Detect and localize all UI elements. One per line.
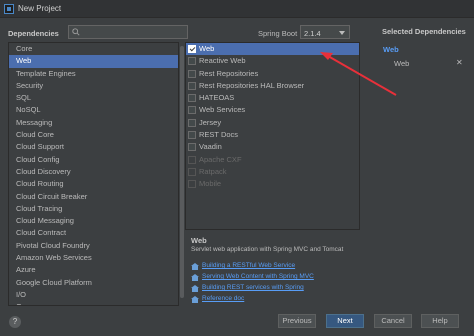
dependency-item[interactable]: Web Services <box>186 104 359 116</box>
category-item[interactable]: Google Cloud Platform <box>9 277 178 289</box>
dependency-label: Web Services <box>199 105 246 115</box>
guide-link-label: Building REST services with Spring <box>202 284 304 291</box>
category-item[interactable]: Azure <box>9 264 178 276</box>
checkbox[interactable] <box>188 45 196 53</box>
dependency-label: Reactive Web <box>199 56 246 66</box>
checkbox[interactable] <box>188 106 196 115</box>
dependency-item: Mobile <box>186 178 359 190</box>
checkbox <box>188 155 196 164</box>
dependency-label: Ratpack <box>199 166 227 176</box>
category-item[interactable]: Cloud Routing <box>9 178 178 190</box>
dependency-item[interactable]: HATEOAS <box>186 92 359 104</box>
title-bar: New Project <box>0 0 474 18</box>
remove-icon[interactable]: ✕ <box>456 58 463 67</box>
dependency-list: Web Reactive Web Rest Repositories Rest Rep… <box>185 42 360 230</box>
category-item[interactable]: Ops <box>9 301 178 305</box>
guide-link[interactable]: Building a RESTful Web Service <box>191 262 295 272</box>
category-item[interactable]: Security <box>9 80 178 92</box>
home-icon <box>191 285 199 292</box>
cancel-button[interactable]: Cancel <box>374 314 412 328</box>
description-text: Servlet web application with Spring MVC … <box>191 246 344 253</box>
dependency-label: Apache CXF <box>199 154 242 164</box>
checkbox[interactable] <box>188 131 196 140</box>
selected-group-label: Web <box>383 45 399 54</box>
category-item[interactable]: Amazon Web Services <box>9 252 178 264</box>
dependency-item[interactable]: Rest Repositories HAL Browser <box>186 80 359 92</box>
dependency-label: Web <box>199 44 215 53</box>
dependency-search-field[interactable] <box>68 25 188 39</box>
description-title: Web <box>191 236 207 245</box>
search-icon <box>72 28 80 36</box>
selected-dependency-item: Web <box>394 59 410 68</box>
chevron-down-icon <box>339 31 345 35</box>
spring-boot-label: Spring Boot <box>258 29 298 38</box>
spring-boot-version-value: 2.1.4 <box>304 29 321 38</box>
selected-dependencies-panel: Web Web ✕ <box>380 42 470 306</box>
previous-button[interactable]: Previous <box>278 314 316 328</box>
dependency-item[interactable]: Vaadin <box>186 141 359 153</box>
dependencies-label: Dependencies <box>8 29 59 38</box>
window-title: New Project <box>18 4 62 13</box>
selected-dependencies-title: Selected Dependencies <box>382 27 466 36</box>
dependency-item[interactable]: REST Docs <box>186 129 359 141</box>
search-input[interactable] <box>82 27 182 37</box>
checkbox[interactable] <box>188 118 196 127</box>
dependency-label: REST Docs <box>199 130 239 140</box>
intellij-app-icon <box>4 4 14 14</box>
category-item[interactable]: Cloud Tracing <box>9 203 178 215</box>
category-item[interactable]: Cloud Contract <box>9 227 178 239</box>
help-button[interactable]: Help <box>421 314 459 328</box>
dependency-label: HATEOAS <box>199 93 235 103</box>
category-item[interactable]: SQL <box>9 92 178 104</box>
category-item[interactable]: Cloud Core <box>9 129 178 141</box>
dependency-item: Apache CXF <box>186 154 359 166</box>
dependency-item[interactable]: Jersey <box>186 117 359 129</box>
checkbox <box>188 167 196 176</box>
dependency-label: Jersey <box>199 117 222 127</box>
category-item[interactable]: Core <box>9 43 178 55</box>
guide-link[interactable]: Serving Web Content with Spring MVC <box>191 273 314 283</box>
category-item[interactable]: Cloud Messaging <box>9 215 178 227</box>
category-item[interactable]: Messaging <box>9 117 178 129</box>
scrollbar-thumb[interactable] <box>180 46 184 298</box>
dependency-item[interactable]: Rest Repositories <box>186 68 359 80</box>
checkbox[interactable] <box>188 57 196 66</box>
guide-link-label: Building a RESTful Web Service <box>202 262 296 269</box>
checkbox[interactable] <box>188 94 196 103</box>
category-item[interactable]: Cloud Config <box>9 154 178 166</box>
dependency-label: Rest Repositories HAL Browser <box>199 80 305 90</box>
guide-link-label: Serving Web Content with Spring MVC <box>202 273 314 280</box>
home-icon <box>191 274 199 281</box>
home-icon <box>191 296 199 303</box>
category-item[interactable]: Template Engines <box>9 68 178 80</box>
checkbox[interactable] <box>188 81 196 90</box>
dependency-label: Rest Repositories <box>199 68 259 78</box>
dialog-footer: ? Previous Next Cancel Help <box>0 308 474 336</box>
dependency-item: Ratpack <box>186 166 359 178</box>
dependency-label: Mobile <box>199 179 222 189</box>
guide-link[interactable]: Reference doc <box>191 295 244 305</box>
checkmark-icon <box>189 45 196 52</box>
dependency-label: Vaadin <box>199 142 222 152</box>
category-item[interactable]: NoSQL <box>9 104 178 116</box>
category-item[interactable]: Web <box>9 55 178 68</box>
help-icon[interactable]: ? <box>9 316 21 328</box>
guide-link[interactable]: Building REST services with Spring <box>191 284 304 294</box>
dependency-description: Web Servlet web application with Spring … <box>185 232 360 306</box>
category-item[interactable]: Pivotal Cloud Foundry <box>9 240 178 252</box>
dependency-item[interactable]: Web <box>186 43 359 56</box>
next-button[interactable]: Next <box>326 314 364 328</box>
category-item[interactable]: Cloud Circuit Breaker <box>9 191 178 203</box>
checkbox[interactable] <box>188 143 196 152</box>
category-list: Core Web Template Engines Security SQL NoSQL M… <box>8 42 179 306</box>
guide-link-label: Reference doc <box>202 295 245 302</box>
dependency-item[interactable]: Reactive Web <box>186 55 359 67</box>
category-item[interactable]: Cloud Discovery <box>9 166 178 178</box>
spring-boot-version-select[interactable]: 2.1.4 <box>300 25 350 39</box>
home-icon <box>191 263 199 270</box>
category-item[interactable]: Cloud Support <box>9 141 178 153</box>
category-item[interactable]: I/O <box>9 289 178 301</box>
checkbox <box>188 180 196 189</box>
checkbox[interactable] <box>188 69 196 78</box>
